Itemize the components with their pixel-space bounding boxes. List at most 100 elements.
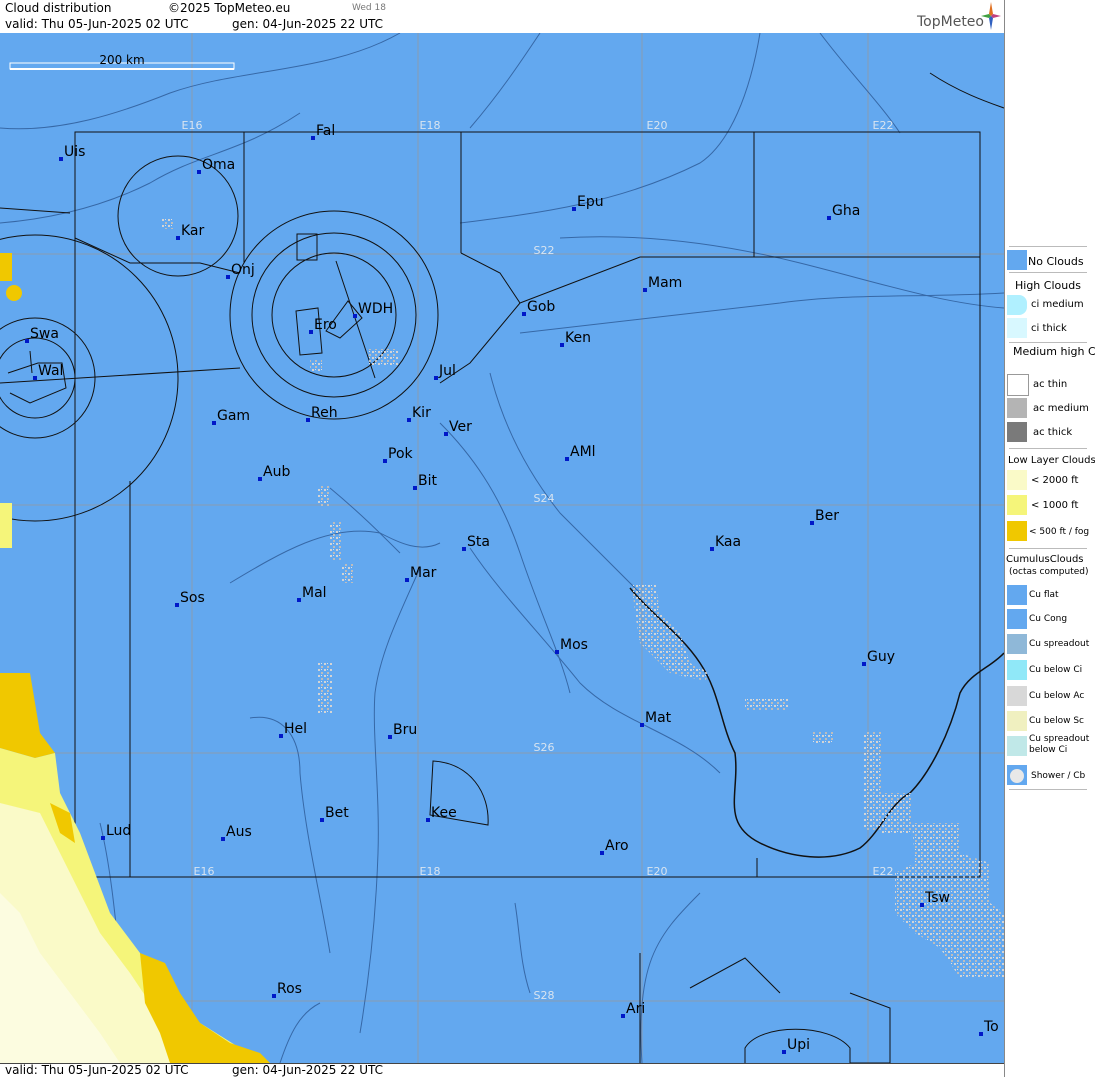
place-label: Upi xyxy=(787,1037,810,1053)
place-marker xyxy=(306,418,310,422)
place-marker xyxy=(25,339,29,343)
place-marker xyxy=(462,547,466,551)
place-marker xyxy=(434,376,438,380)
cu-spreadout-label: Cu spreadout xyxy=(1029,639,1090,649)
grid-label-bottom: E16 xyxy=(194,865,215,878)
place-marker xyxy=(226,275,230,279)
place-label: Fal xyxy=(316,123,335,139)
place-label: Reh xyxy=(311,405,338,421)
place-marker xyxy=(565,457,569,461)
grid-label-top: E22 xyxy=(873,119,894,132)
place-marker xyxy=(444,432,448,436)
cu-below-ac-label: Cu below Ac xyxy=(1029,691,1085,701)
place-marker xyxy=(621,1014,625,1018)
grid-label-lat: S28 xyxy=(534,989,555,1002)
place-label: Uis xyxy=(64,144,85,160)
cu-flat-swatch xyxy=(1007,585,1027,605)
octas-note: (octas computed) xyxy=(1009,567,1089,577)
place-marker xyxy=(320,818,324,822)
low-500-swatch xyxy=(1007,521,1027,541)
footer-valid-time: valid: Thu 05-Jun-2025 02 UTC xyxy=(5,1063,189,1077)
header-bar: Cloud distribution ©2025 TopMeteo.eu Wed… xyxy=(0,0,1004,34)
cu-spreadout-swatch xyxy=(1007,634,1027,654)
grid-labels: E16 E18 E20 E22 E16 E18 E20 E22 S22 S24 … xyxy=(182,119,894,1002)
place-marker xyxy=(979,1032,983,1036)
place-label: WDH xyxy=(358,301,393,317)
cu-below-sc-swatch xyxy=(1007,711,1027,731)
no-clouds-label: No Clouds xyxy=(1028,255,1084,268)
medium-high-clouds-heading: Medium high Clouds xyxy=(1013,345,1095,358)
place-label: Epu xyxy=(577,194,604,210)
place-label: Aus xyxy=(226,824,252,840)
place-label: Bit xyxy=(418,473,437,489)
low-2000-swatch xyxy=(1007,470,1027,490)
place-marker xyxy=(258,477,262,481)
place-label: AMl xyxy=(570,444,596,460)
day-label: Wed 18 xyxy=(352,3,386,13)
place-label: Ero xyxy=(314,317,337,333)
cu-flat-label: Cu flat xyxy=(1029,590,1059,600)
shower-cb-swatch xyxy=(1007,765,1027,785)
grid-label-bottom: E22 xyxy=(873,865,894,878)
place-marker xyxy=(33,376,37,380)
place-label: Ari xyxy=(626,1001,645,1017)
place-label: Mam xyxy=(648,275,682,291)
place-label: Mos xyxy=(560,637,588,653)
place-label: Sta xyxy=(467,534,490,550)
place-label: Kaa xyxy=(715,534,741,550)
place-label: Gam xyxy=(217,408,250,424)
place-marker xyxy=(522,312,526,316)
place-label: Gha xyxy=(832,203,860,219)
cu-below-ci-label: Cu below Ci xyxy=(1029,665,1083,675)
place-marker xyxy=(175,603,179,607)
place-label: Guy xyxy=(867,649,895,665)
place-marker xyxy=(810,521,814,525)
place-marker xyxy=(388,735,392,739)
place-label: Pok xyxy=(388,446,414,462)
place-label: Onj xyxy=(231,262,255,278)
map-canvas: E16 E18 E20 E22 E16 E18 E20 E22 S22 S24 … xyxy=(0,33,1004,1063)
topmeteo-logo: TopMeteo xyxy=(917,14,984,30)
place-label: Mal xyxy=(302,585,327,601)
compass-logo-icon xyxy=(981,2,1001,30)
place-marker xyxy=(862,662,866,666)
place-label: Ver xyxy=(449,419,472,435)
place-label: Kee xyxy=(431,805,457,821)
place-marker xyxy=(782,1050,786,1054)
place-marker xyxy=(920,903,924,907)
generated-time: gen: 04-Jun-2025 22 UTC xyxy=(232,17,384,31)
ci-medium-swatch xyxy=(1007,295,1027,315)
place-marker xyxy=(640,723,644,727)
grid-label-top: E16 xyxy=(182,119,203,132)
ac-thin-swatch xyxy=(1007,374,1029,396)
ci-medium-label: ci medium xyxy=(1031,299,1084,310)
place-label: Ken xyxy=(565,330,591,346)
place-label: Aub xyxy=(263,464,290,480)
place-marker xyxy=(710,547,714,551)
place-marker xyxy=(279,734,283,738)
grid-label-lat: S22 xyxy=(534,244,555,257)
low-1000-label: < 1000 ft xyxy=(1031,500,1079,511)
place-marker xyxy=(426,818,430,822)
place-label: Jul xyxy=(438,363,456,379)
legend-panel: No Clouds High Clouds ci medium ci thick… xyxy=(1004,0,1095,1077)
place-marker xyxy=(221,837,225,841)
ac-medium-label: ac medium xyxy=(1033,403,1089,414)
place-label: Bru xyxy=(393,722,417,738)
high-clouds-heading: High Clouds xyxy=(1015,279,1081,292)
low-2000-label: < 2000 ft xyxy=(1031,475,1079,486)
low-500-label: < 500 ft / fog xyxy=(1029,527,1090,537)
footer-bar: valid: Thu 05-Jun-2025 02 UTC gen: 04-Ju… xyxy=(0,1063,1004,1078)
place-marker xyxy=(297,598,301,602)
grid-label-bottom: E20 xyxy=(647,865,668,878)
cloud-map[interactable]: E16 E18 E20 E22 E16 E18 E20 E22 S22 S24 … xyxy=(0,33,1004,1063)
place-marker xyxy=(353,314,357,318)
cu-below-sc-label: Cu below Sc xyxy=(1029,716,1084,726)
place-label: Ber xyxy=(815,508,839,524)
place-label: Tsw xyxy=(924,890,950,906)
cu-below-ci-swatch xyxy=(1007,660,1027,680)
place-marker xyxy=(197,170,201,174)
ac-thick-swatch xyxy=(1007,422,1027,442)
place-marker xyxy=(212,421,216,425)
low-layer-clouds-heading: Low Layer Clouds xyxy=(1008,455,1095,466)
